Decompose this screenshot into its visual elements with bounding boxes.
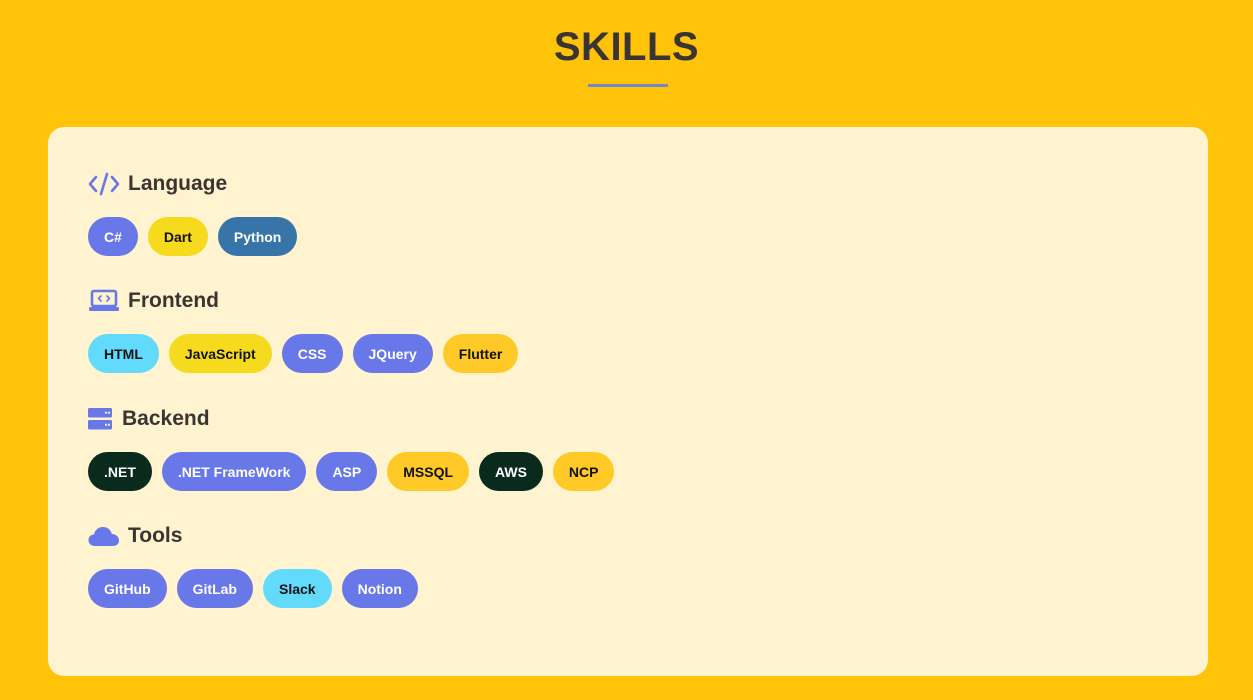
server-icon [88, 407, 112, 431]
section-header-tools: Tools [88, 521, 428, 551]
skill-badge: C# [88, 217, 138, 256]
skill-badge: CSS [281, 334, 343, 373]
section-header-language: Language [88, 169, 307, 199]
skill-badge: MSSQL [387, 452, 470, 491]
skill-badge: HTML [88, 334, 159, 373]
badge-list-language: C# Dart Python [88, 217, 307, 256]
section-language: Language C# Dart Python [88, 169, 307, 256]
skill-badge: .NET FrameWork [161, 452, 307, 491]
section-tools: Tools GitHub GitLab Slack Notion [88, 521, 428, 608]
section-backend: Backend .NET .NET FrameWork ASP MSSQL AWS NCP [88, 404, 624, 491]
skill-badge: JavaScript [168, 334, 272, 373]
section-header-frontend: Frontend [88, 286, 528, 316]
skill-badge: .NET [88, 452, 152, 491]
code-icon [88, 171, 120, 197]
skill-badge: AWS [479, 452, 543, 491]
skill-badge: Slack [263, 569, 332, 608]
section-title-backend: Backend [122, 407, 210, 430]
title-underline [588, 84, 668, 87]
badge-list-tools: GitHub GitLab Slack Notion [88, 569, 428, 608]
skill-badge: Dart [147, 217, 208, 256]
skill-badge: GitLab [176, 569, 253, 608]
section-header-backend: Backend [88, 404, 624, 434]
badge-list-backend: .NET .NET FrameWork ASP MSSQL AWS NCP [88, 452, 624, 491]
section-title-frontend: Frontend [128, 289, 219, 312]
page-title: SKILLS [553, 25, 700, 69]
skill-badge: JQuery [352, 334, 433, 373]
skill-badge: NCP [552, 452, 615, 491]
cloud-icon [88, 523, 120, 549]
section-frontend: Frontend HTML JavaScript CSS JQuery Flutter [88, 286, 528, 373]
skills-card: Language C# Dart Python Frontend HTML JavaS… [48, 127, 1208, 676]
skill-badge: Notion [341, 569, 418, 608]
skill-badge: GitHub [88, 569, 167, 608]
laptop-code-icon [88, 288, 120, 314]
section-title-language: Language [128, 172, 228, 195]
section-title-tools: Tools [128, 524, 183, 547]
badge-list-frontend: HTML JavaScript CSS JQuery Flutter [88, 334, 528, 373]
skill-badge: Flutter [442, 334, 519, 373]
skill-badge: ASP [316, 452, 378, 491]
skill-badge: Python [217, 217, 298, 256]
